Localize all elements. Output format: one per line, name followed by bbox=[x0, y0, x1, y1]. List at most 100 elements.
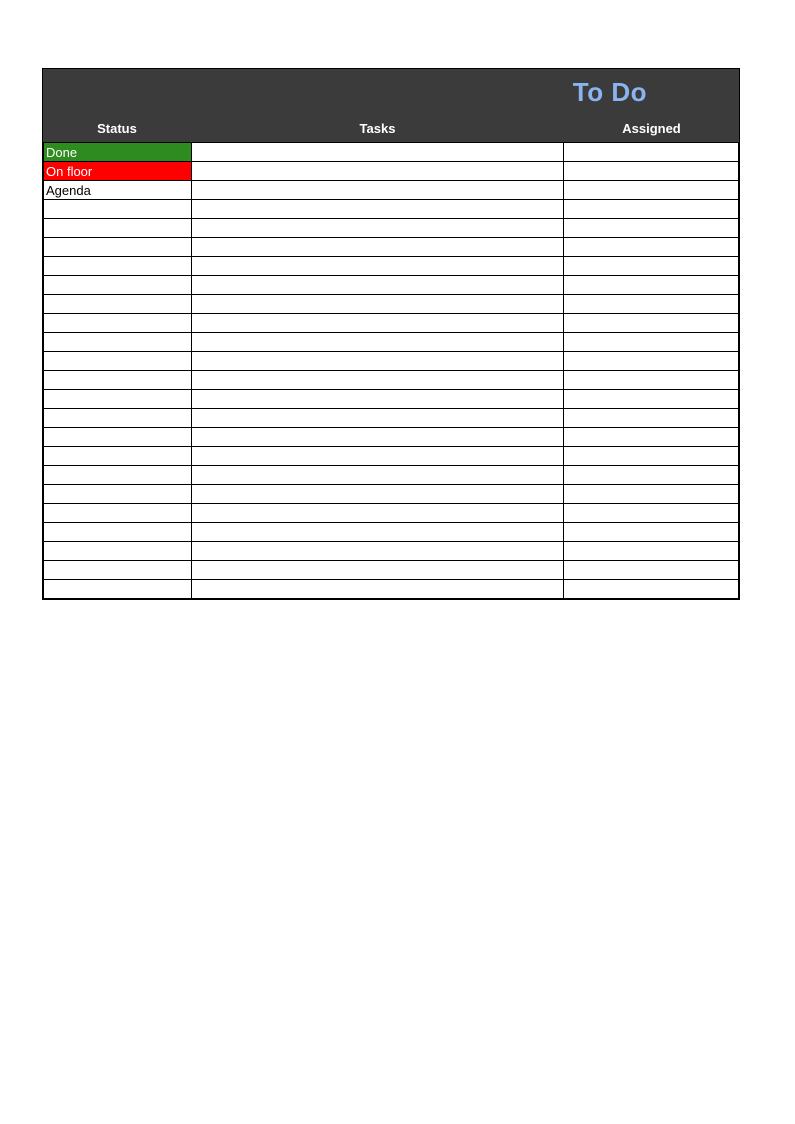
status-cell[interactable] bbox=[44, 466, 192, 485]
tasks-cell[interactable] bbox=[191, 485, 563, 504]
assigned-cell[interactable] bbox=[564, 447, 739, 466]
assigned-cell[interactable] bbox=[564, 295, 739, 314]
tasks-cell[interactable] bbox=[191, 428, 563, 447]
tasks-cell[interactable] bbox=[191, 333, 563, 352]
assigned-cell[interactable] bbox=[564, 580, 739, 599]
table-row bbox=[44, 352, 739, 371]
column-header-tasks[interactable]: Tasks bbox=[191, 121, 564, 136]
tasks-cell[interactable] bbox=[191, 276, 563, 295]
table-row bbox=[44, 542, 739, 561]
status-cell[interactable] bbox=[44, 409, 192, 428]
tasks-cell[interactable] bbox=[191, 409, 563, 428]
table-row bbox=[44, 580, 739, 599]
assigned-cell[interactable] bbox=[564, 428, 739, 447]
tasks-cell[interactable] bbox=[191, 561, 563, 580]
table-row bbox=[44, 333, 739, 352]
assigned-cell[interactable] bbox=[564, 523, 739, 542]
assigned-cell[interactable] bbox=[564, 314, 739, 333]
status-cell[interactable] bbox=[44, 580, 192, 599]
assigned-cell[interactable] bbox=[564, 257, 739, 276]
tasks-cell[interactable] bbox=[191, 504, 563, 523]
column-header-assigned[interactable]: Assigned bbox=[564, 121, 739, 136]
table-row bbox=[44, 561, 739, 580]
assigned-cell[interactable] bbox=[564, 371, 739, 390]
table-row bbox=[44, 390, 739, 409]
tasks-cell[interactable] bbox=[191, 466, 563, 485]
tasks-cell[interactable] bbox=[191, 238, 563, 257]
assigned-cell[interactable] bbox=[564, 276, 739, 295]
table-row bbox=[44, 409, 739, 428]
tasks-cell[interactable] bbox=[191, 352, 563, 371]
status-cell[interactable]: Done bbox=[44, 143, 192, 162]
status-cell[interactable] bbox=[44, 485, 192, 504]
tasks-cell[interactable] bbox=[191, 447, 563, 466]
table-row bbox=[44, 504, 739, 523]
tasks-cell[interactable] bbox=[191, 542, 563, 561]
tasks-cell[interactable] bbox=[191, 257, 563, 276]
assigned-cell[interactable] bbox=[564, 390, 739, 409]
table-row bbox=[44, 238, 739, 257]
status-cell[interactable] bbox=[44, 371, 192, 390]
table-row bbox=[44, 371, 739, 390]
tasks-cell[interactable] bbox=[191, 162, 563, 181]
column-headers: Status Tasks Assigned bbox=[43, 121, 739, 136]
table-row bbox=[44, 295, 739, 314]
tasks-cell[interactable] bbox=[191, 200, 563, 219]
tasks-cell[interactable] bbox=[191, 219, 563, 238]
tasks-cell[interactable] bbox=[191, 371, 563, 390]
tasks-cell[interactable] bbox=[191, 181, 563, 200]
status-cell[interactable] bbox=[44, 561, 192, 580]
assigned-cell[interactable] bbox=[564, 181, 739, 200]
assigned-cell[interactable] bbox=[564, 409, 739, 428]
tasks-cell[interactable] bbox=[191, 580, 563, 599]
table-row bbox=[44, 466, 739, 485]
status-cell[interactable] bbox=[44, 257, 192, 276]
table-row: Agenda bbox=[44, 181, 739, 200]
assigned-cell[interactable] bbox=[564, 352, 739, 371]
assigned-cell[interactable] bbox=[564, 485, 739, 504]
tasks-cell[interactable] bbox=[191, 390, 563, 409]
assigned-cell[interactable] bbox=[564, 200, 739, 219]
status-cell[interactable] bbox=[44, 542, 192, 561]
status-cell[interactable] bbox=[44, 276, 192, 295]
table-row: On floor bbox=[44, 162, 739, 181]
status-cell[interactable] bbox=[44, 428, 192, 447]
table-row: Done bbox=[44, 143, 739, 162]
table-row bbox=[44, 257, 739, 276]
assigned-cell[interactable] bbox=[564, 238, 739, 257]
assigned-cell[interactable] bbox=[564, 162, 739, 181]
todo-sheet: To Do Status Tasks Assigned DoneOn floor… bbox=[42, 68, 740, 600]
assigned-cell[interactable] bbox=[564, 143, 739, 162]
tasks-cell[interactable] bbox=[191, 143, 563, 162]
assigned-cell[interactable] bbox=[564, 561, 739, 580]
status-cell[interactable] bbox=[44, 390, 192, 409]
todo-grid: DoneOn floorAgenda bbox=[43, 142, 739, 599]
tasks-cell[interactable] bbox=[191, 295, 563, 314]
assigned-cell[interactable] bbox=[564, 466, 739, 485]
status-cell[interactable] bbox=[44, 523, 192, 542]
status-cell[interactable]: On floor bbox=[44, 162, 192, 181]
table-row bbox=[44, 447, 739, 466]
status-cell[interactable] bbox=[44, 333, 192, 352]
header-band: To Do Status Tasks Assigned bbox=[43, 69, 739, 142]
status-cell[interactable] bbox=[44, 295, 192, 314]
status-cell[interactable] bbox=[44, 200, 192, 219]
status-cell[interactable] bbox=[44, 219, 192, 238]
status-cell[interactable]: Agenda bbox=[44, 181, 192, 200]
assigned-cell[interactable] bbox=[564, 219, 739, 238]
tasks-cell[interactable] bbox=[191, 314, 563, 333]
status-cell[interactable] bbox=[44, 504, 192, 523]
assigned-cell[interactable] bbox=[564, 333, 739, 352]
status-cell[interactable] bbox=[44, 238, 192, 257]
assigned-cell[interactable] bbox=[564, 542, 739, 561]
table-row bbox=[44, 485, 739, 504]
assigned-cell[interactable] bbox=[564, 504, 739, 523]
status-cell[interactable] bbox=[44, 447, 192, 466]
column-header-status[interactable]: Status bbox=[43, 121, 191, 136]
table-row bbox=[44, 428, 739, 447]
status-cell[interactable] bbox=[44, 352, 192, 371]
tasks-cell[interactable] bbox=[191, 523, 563, 542]
table-row bbox=[44, 276, 739, 295]
page-title: To Do bbox=[573, 77, 647, 108]
status-cell[interactable] bbox=[44, 314, 192, 333]
